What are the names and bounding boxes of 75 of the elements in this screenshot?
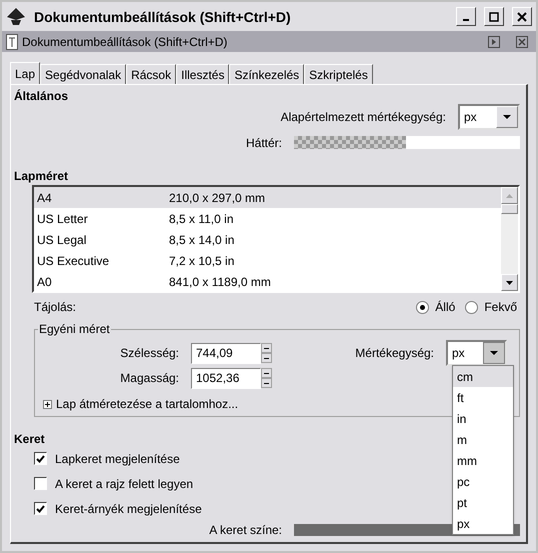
field-label: Háttér:: [246, 136, 282, 150]
play-icon[interactable]: [488, 36, 500, 48]
list-row[interactable]: US Executive 7,2 x 10,5 in: [34, 250, 501, 271]
document-settings-icon: [6, 34, 18, 50]
table-cell-text: US Executive: [37, 254, 110, 268]
menu-item[interactable]: m: [453, 429, 513, 450]
tab[interactable]: Szkriptelés: [304, 64, 373, 84]
close-icon: [517, 12, 527, 22]
table-cell-text: US Letter: [37, 212, 89, 226]
menu-item[interactable]: pt: [453, 492, 513, 513]
list-row[interactable]: US Legal 8,5 x 14,0 in: [34, 229, 501, 250]
field-label: Mértékegység:: [355, 346, 434, 360]
checkbox[interactable]: A keret a rajz felett legyen: [34, 471, 194, 496]
spin-up-button[interactable]: [261, 343, 272, 353]
plus-icon: [45, 402, 50, 406]
table-cell: 8,5 x 14,0 in: [169, 232, 234, 246]
radio-button[interactable]: Fekvő: [465, 300, 517, 314]
menu-item[interactable]: px: [453, 513, 513, 534]
minimize-icon: [463, 18, 469, 20]
spin-down-button[interactable]: [261, 378, 272, 388]
section-heading: Lapméret: [14, 169, 68, 183]
field-label: A keret színe:: [209, 523, 282, 537]
section-heading: Általános: [14, 89, 68, 103]
table-cell-text: A0: [37, 274, 53, 288]
window-title: Dokumentumbeállítások (Shift+Ctrl+D): [34, 8, 292, 26]
menu-item[interactable]: mm: [453, 450, 513, 471]
field-label: Tájolás:: [34, 300, 78, 314]
field-label: Szélesség:: [119, 346, 179, 360]
section-heading: Keret: [14, 432, 45, 446]
app-logo-icon: [6, 6, 26, 26]
table-cell: 8,5 x 11,0 in: [169, 212, 234, 226]
caret-icon: [503, 115, 511, 119]
unit-dropdown[interactable]: px: [458, 104, 520, 130]
scroll-thumb[interactable]: [501, 204, 518, 214]
check-icon: [36, 504, 45, 512]
list-row[interactable]: US Letter 8,5 x 11,0 in: [34, 208, 501, 229]
radio-button[interactable]: Álló: [416, 300, 456, 314]
list-row[interactable]: A0 841,0 x 1189,0 mm: [34, 271, 501, 292]
field-label: Magasság:: [119, 371, 179, 385]
tab[interactable]: Rácsok: [126, 64, 176, 84]
frame-legend: Egyéni méret: [38, 322, 111, 336]
tab[interactable]: Lap: [10, 62, 40, 84]
list-row[interactable]: A4 210,0 x 297,0 mm: [34, 187, 501, 208]
dock-title: Dokumentumbeállítások (Shift+Ctrl+D): [22, 34, 228, 48]
table-cell-text: A4: [37, 190, 53, 204]
unit-dropdown[interactable]: px: [446, 340, 507, 366]
minimize-button[interactable]: [456, 7, 476, 26]
table-cell: 210,0 x 297,0 mm: [169, 190, 266, 204]
tab[interactable]: Segédvonalak: [40, 64, 126, 84]
close-icon[interactable]: [516, 36, 528, 48]
number-field[interactable]: 744,09: [191, 342, 261, 364]
table-cell-text: US Legal: [37, 232, 88, 246]
spin-up-button[interactable]: [261, 368, 272, 378]
field-label: Alapértelmezett mértékegység:: [280, 110, 446, 124]
menu-item[interactable]: cm: [453, 366, 513, 387]
expander[interactable]: Lap átméretezése a tartalomhoz...: [43, 397, 238, 411]
menu-item[interactable]: in: [453, 408, 513, 429]
maximize-icon: [489, 12, 499, 22]
tab[interactable]: Illesztés: [176, 64, 230, 84]
number-field[interactable]: 1052,36: [191, 368, 261, 388]
check-icon: [36, 454, 45, 462]
close-button[interactable]: [512, 7, 532, 26]
background-color-swatch[interactable]: [294, 136, 520, 149]
table-cell: 841,0 x 1189,0 mm: [169, 274, 271, 288]
scrollbar[interactable]: [501, 187, 518, 291]
checkbox[interactable]: Lapkeret megjelenítése: [34, 446, 180, 471]
table-cell: 7,2 x 10,5 in: [169, 254, 234, 268]
menu-item[interactable]: ft: [453, 387, 513, 408]
spin-down-button[interactable]: [261, 353, 272, 363]
maximize-button[interactable]: [484, 7, 504, 26]
menu-item[interactable]: pc: [453, 471, 513, 492]
caret-icon: [490, 351, 498, 355]
checkbox[interactable]: Keret-árnyék megjelenítése: [34, 496, 202, 521]
tab[interactable]: Színkezelés: [229, 64, 304, 84]
down-arrow-icon[interactable]: [506, 280, 513, 284]
